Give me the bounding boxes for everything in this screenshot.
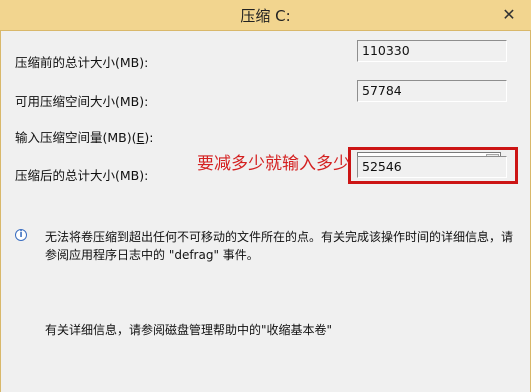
- close-button[interactable]: ✕: [497, 3, 521, 25]
- total-after-value: 52546: [357, 156, 507, 178]
- close-icon: ✕: [502, 4, 516, 24]
- shrink-amount-label: 输入压缩空间量(MB)(E):: [15, 130, 154, 145]
- total-after-label: 压缩后的总计大小(MB):: [15, 168, 149, 183]
- window-title: 压缩 C:: [240, 7, 291, 25]
- title-bar: 压缩 C: ✕: [0, 0, 531, 31]
- dialog-body: 压缩前的总计大小(MB): 110330 可用压缩空间大小(MB): 57784…: [0, 31, 531, 392]
- available-space-value: 57784: [357, 80, 507, 102]
- details-link-text: 有关详细信息，请参阅磁盘管理帮助中的"收缩基本卷": [45, 323, 333, 337]
- available-space-label: 可用压缩空间大小(MB):: [15, 94, 149, 109]
- total-before-label: 压缩前的总计大小(MB):: [15, 55, 149, 70]
- annotation-text: 要减多少就输入多少: [197, 154, 350, 174]
- total-before-value: 110330: [357, 40, 507, 62]
- info-message: 无法将卷压缩到超出任何不可移动的文件所在的点。有关完成该操作时间的详细信息，请参…: [45, 230, 514, 262]
- info-icon: i: [15, 229, 27, 241]
